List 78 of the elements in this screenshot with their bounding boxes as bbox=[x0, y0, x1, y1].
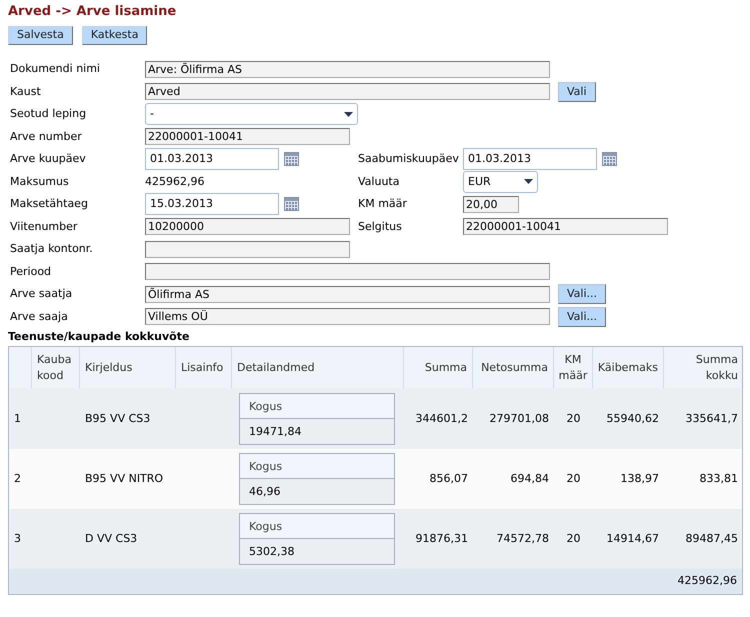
field-label: Periood bbox=[10, 264, 52, 280]
column-header: Detailandmed bbox=[237, 360, 315, 376]
table-cell-text: 694,84 bbox=[510, 470, 549, 487]
table-cell-text: 89487,45 bbox=[686, 530, 738, 547]
column-header: Käibemaks bbox=[598, 360, 658, 376]
column-header: Summa kokku bbox=[694, 352, 738, 384]
select-button[interactable]: Vali... bbox=[558, 284, 606, 304]
field-label: Seotud leping bbox=[10, 106, 88, 122]
table-cell-text: B95 VV CS3 bbox=[85, 410, 150, 427]
table-cell-text: 279701,08 bbox=[490, 410, 549, 427]
table-cell-text: 2 bbox=[14, 470, 21, 487]
text-field[interactable]: 20,00 bbox=[463, 196, 519, 213]
calendar-icon[interactable] bbox=[284, 152, 299, 166]
field-label: Arve kuupäev bbox=[10, 151, 87, 167]
total-amount: 425962,96 bbox=[678, 573, 737, 590]
table-cell-text: 833,81 bbox=[700, 470, 738, 487]
table-cell-text: 74572,78 bbox=[496, 530, 549, 547]
page-title: Arved -> Arve lisamine bbox=[8, 4, 178, 20]
field-label: Maksumus bbox=[10, 174, 70, 190]
field-label: Dokumendi nimi bbox=[10, 61, 101, 77]
field-label: Maksetähtaeg bbox=[10, 196, 89, 212]
caret-icon bbox=[524, 179, 533, 184]
text-field[interactable]: Villems OÜ bbox=[145, 308, 550, 326]
table-cell-text: D VV CS3 bbox=[85, 530, 138, 547]
column-header: Summa bbox=[424, 360, 467, 376]
text-field[interactable]: Arved bbox=[145, 83, 550, 100]
table-cell-text: 14914,67 bbox=[606, 530, 659, 547]
dropdown[interactable]: EUR bbox=[463, 170, 538, 193]
caret-icon bbox=[344, 112, 353, 117]
calendar-icon[interactable] bbox=[284, 197, 299, 212]
date-field[interactable]: 15.03.2013 bbox=[145, 193, 279, 216]
table-cell-text: 1 bbox=[14, 410, 21, 427]
column-header: Kauba kood bbox=[37, 352, 72, 384]
select-button[interactable]: Vali bbox=[558, 82, 596, 102]
field-label: Valuuta bbox=[358, 174, 400, 190]
table-cell-text: B95 VV NITRO bbox=[85, 470, 164, 487]
calendar-icon[interactable] bbox=[602, 152, 617, 166]
text-field[interactable]: 22000001-10041 bbox=[463, 218, 668, 236]
field-label: Saatja kontonr. bbox=[10, 241, 94, 257]
table-cell-text: 20 bbox=[566, 410, 580, 427]
toolbar-button[interactable]: Salvesta bbox=[8, 26, 73, 45]
table-cell-text: 20 bbox=[566, 470, 580, 487]
column-header: Lisainfo bbox=[181, 360, 224, 376]
text-field[interactable]: Õlifirma AS bbox=[145, 286, 550, 303]
column-header: Kirjeldus bbox=[85, 360, 132, 376]
table-cell-text: 91876,31 bbox=[416, 530, 468, 547]
toolbar-button[interactable]: Katkesta bbox=[82, 26, 148, 45]
text-field[interactable]: 22000001-10041 bbox=[145, 128, 350, 146]
text-field[interactable] bbox=[145, 240, 350, 258]
column-header: KM määr bbox=[558, 352, 588, 384]
field-label: Kaust bbox=[10, 84, 42, 100]
table-cell-text: 335641,7 bbox=[686, 410, 738, 427]
detail-value: 5302,38 bbox=[240, 539, 394, 564]
table-cell-text: 138,97 bbox=[620, 470, 659, 487]
text-field[interactable]: 10200000 bbox=[145, 218, 350, 236]
field-label: Viitenumber bbox=[10, 218, 78, 234]
select-button[interactable]: Vali... bbox=[558, 306, 606, 327]
field-label: Arve saatja bbox=[10, 286, 74, 302]
date-field[interactable]: 01.03.2013 bbox=[463, 148, 597, 170]
table-cell-text: 20 bbox=[566, 530, 580, 547]
table-cell-text: 55940,62 bbox=[606, 410, 659, 427]
table-cell-text: 3 bbox=[14, 530, 21, 547]
section-title: Teenuste/kaupade kokkuvõte bbox=[8, 330, 190, 344]
field-label: Selgitus bbox=[358, 218, 403, 234]
field-label: Arve number bbox=[10, 128, 83, 144]
amount-text: 425962,96 bbox=[145, 174, 204, 190]
field-label: Arve saaja bbox=[10, 308, 69, 324]
text-field[interactable] bbox=[145, 263, 550, 280]
text-field[interactable]: Arve: Õlifirma AS bbox=[145, 60, 550, 78]
column-header: Netosumma bbox=[481, 360, 548, 376]
field-label: Saabumiskuupäev bbox=[358, 151, 460, 167]
detail-value: 46,96 bbox=[240, 479, 394, 504]
date-field[interactable]: 01.03.2013 bbox=[145, 148, 279, 170]
dropdown[interactable]: - bbox=[145, 103, 358, 126]
field-label: KM määr bbox=[358, 196, 408, 212]
table-cell-text: 856,07 bbox=[430, 470, 468, 487]
table-cell-text: 344601,2 bbox=[416, 410, 468, 427]
detail-value: 19471,84 bbox=[240, 419, 394, 444]
